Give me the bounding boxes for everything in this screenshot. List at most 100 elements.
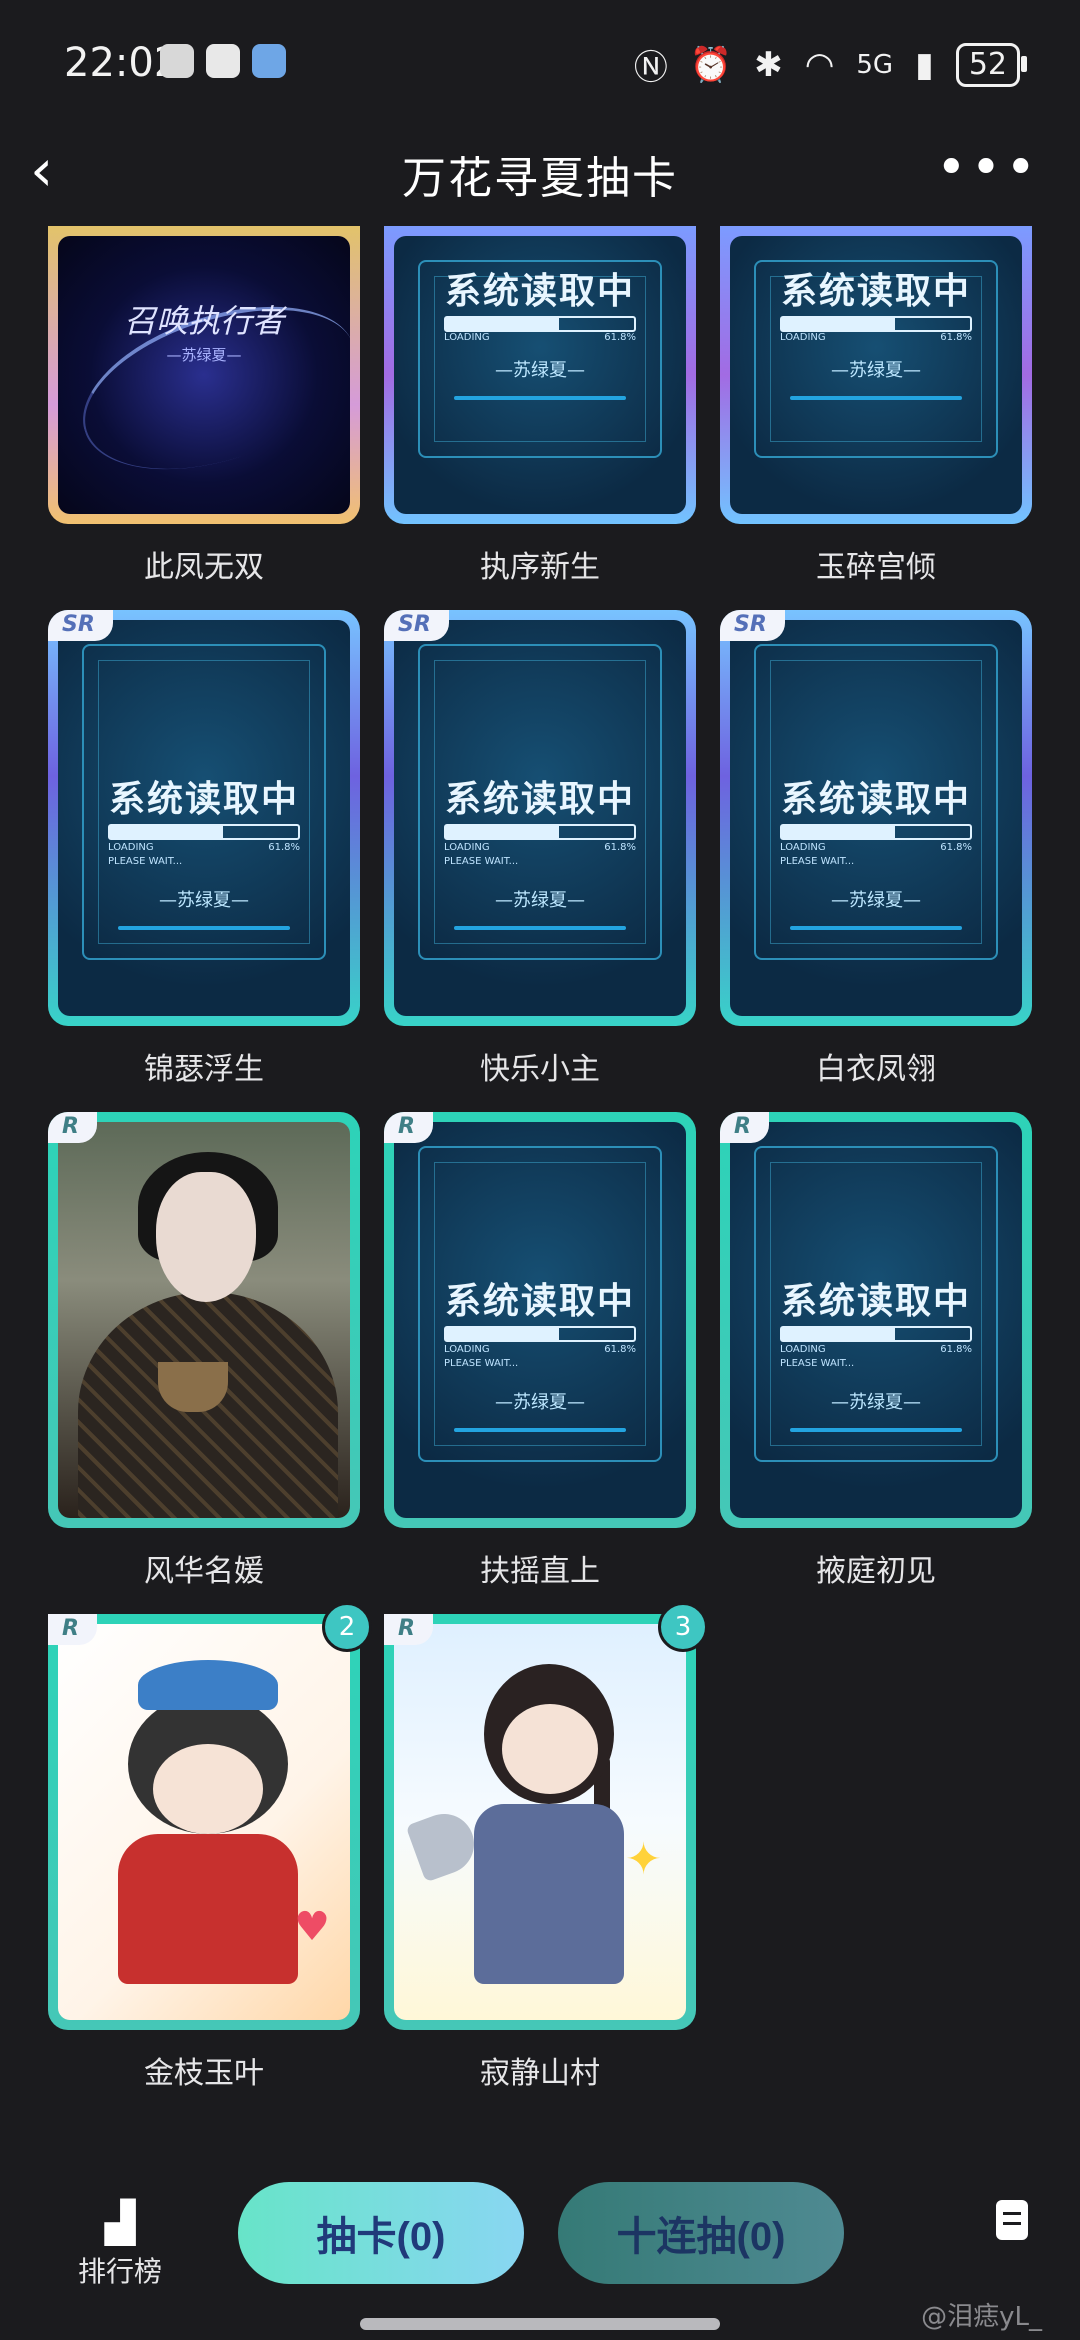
- loading-label: LOADING: [780, 332, 826, 343]
- rarity-badge: R: [48, 1112, 97, 1143]
- card-name: 锦瑟浮生: [144, 1052, 264, 1087]
- home-indicator[interactable]: [360, 2318, 720, 2330]
- loading-text: 系统读取中: [780, 1281, 971, 1322]
- card-name: 风华名媛: [144, 1554, 264, 1589]
- loading-name: —苏绿夏—: [495, 890, 585, 911]
- loading-percent: 61.8%: [268, 842, 300, 853]
- card[interactable]: R 3 ✦: [384, 1602, 708, 2030]
- rarity-badge: R: [48, 1614, 97, 1645]
- card-item[interactable]: 系统读取中 LOADING 61.8% —苏绿夏— 玉碎宫倾: [720, 226, 1032, 586]
- loading-label: LOADING: [780, 842, 826, 853]
- loading-text: 系统读取中: [780, 271, 971, 312]
- card[interactable]: 系统读取中 LOADING 61.8% —苏绿夏—: [384, 226, 696, 524]
- card-item[interactable]: R 系统读取中 LOADING PLEASE WAIT... 61.8% —苏绿…: [384, 1112, 696, 1590]
- card-art-loading: 系统读取中 LOADING 61.8% —苏绿夏—: [394, 236, 686, 514]
- card-art-loading: 系统读取中 LOADING PLEASE WAIT... 61.8% —苏绿夏—: [730, 1122, 1022, 1518]
- loading-name: —苏绿夏—: [831, 360, 921, 381]
- card[interactable]: SR 系统读取中 LOADING PLEASE WAIT... 61.8% —苏…: [48, 610, 360, 1026]
- card-name: 寂静山村: [480, 2056, 600, 2091]
- loading-line: [454, 396, 626, 400]
- rarity-badge: SR: [48, 610, 113, 641]
- please-wait-label: PLEASE WAIT...: [444, 856, 519, 867]
- loading-progress-bar: [444, 1326, 636, 1342]
- draw-button[interactable]: 抽卡(0): [238, 2182, 524, 2284]
- axe-icon: [405, 1805, 483, 1883]
- card[interactable]: R 2 ♥: [48, 1602, 372, 2030]
- header: ‹ 万花寻夏抽卡 •••: [0, 120, 1080, 226]
- loading-percent: 61.8%: [940, 1344, 972, 1355]
- loading-percent: 61.8%: [940, 842, 972, 853]
- loading-line: [790, 1428, 962, 1432]
- loading-percent: 61.8%: [940, 332, 972, 343]
- card-item[interactable]: SR 系统读取中 LOADING PLEASE WAIT... 61.8% —苏…: [48, 610, 360, 1088]
- loading-progress-bar: [444, 316, 636, 332]
- card-item[interactable]: R 风华名媛: [48, 1112, 360, 1590]
- bottom-action-bar: ▟ 排行榜 抽卡(0) 十连抽(0): [0, 2170, 1080, 2340]
- please-wait-label: PLEASE WAIT...: [780, 856, 855, 867]
- card[interactable]: SR 系统读取中 LOADING PLEASE WAIT... 61.8% —苏…: [720, 610, 1032, 1026]
- rarity-badge: R: [384, 1112, 433, 1143]
- card-item[interactable]: 召唤执行者 —苏绿夏— 此凤无双: [48, 226, 360, 586]
- signal-icon: ▮: [915, 44, 934, 85]
- card[interactable]: R 系统读取中 LOADING PLEASE WAIT... 61.8% —苏绿…: [384, 1112, 696, 1528]
- loading-progress-bar: [108, 824, 300, 840]
- leaderboard-label: 排行榜: [77, 2255, 162, 2288]
- card-item[interactable]: 系统读取中 LOADING 61.8% —苏绿夏— 执序新生: [384, 226, 696, 586]
- card-art-chibi: ✦: [394, 1624, 686, 2020]
- loading-text: 系统读取中: [108, 779, 299, 820]
- ten-draw-button[interactable]: 十连抽(0): [558, 2182, 844, 2284]
- card[interactable]: 召唤执行者 —苏绿夏—: [48, 226, 360, 524]
- loading-line: [454, 926, 626, 930]
- summon-title: 召唤执行者: [123, 302, 284, 340]
- loading-text: 系统读取中: [444, 271, 635, 312]
- loading-percent: 61.8%: [604, 842, 636, 853]
- card-name: 执序新生: [480, 550, 600, 585]
- card[interactable]: R: [48, 1112, 360, 1528]
- figure-face: [156, 1172, 256, 1302]
- card-art-summon: 召唤执行者 —苏绿夏—: [58, 236, 350, 514]
- wechat-icon: [206, 44, 240, 78]
- card-item[interactable]: SR 系统读取中 LOADING PLEASE WAIT... 61.8% —苏…: [720, 610, 1032, 1088]
- card-name: 掖庭初见: [816, 1554, 936, 1589]
- app-notification-icon: [160, 44, 194, 78]
- summon-subtitle: —苏绿夏—: [166, 346, 242, 364]
- loading-text: 系统读取中: [780, 779, 971, 820]
- battery-indicator: 52: [955, 42, 1028, 87]
- loading-label: LOADING: [780, 1344, 826, 1355]
- loading-text: 系统读取中: [444, 1281, 635, 1322]
- loading-label: LOADING: [444, 332, 490, 343]
- document-icon[interactable]: [996, 2200, 1028, 2240]
- card-name: 玉碎宫倾: [816, 550, 936, 585]
- loading-label: LOADING: [444, 1344, 490, 1355]
- card[interactable]: R 系统读取中 LOADING PLEASE WAIT... 61.8% —苏绿…: [720, 1112, 1032, 1528]
- card-name: 此凤无双: [144, 550, 264, 585]
- figure-crown: [138, 1660, 278, 1710]
- card[interactable]: SR 系统读取中 LOADING PLEASE WAIT... 61.8% —苏…: [384, 610, 696, 1026]
- card-art-loading: 系统读取中 LOADING PLEASE WAIT... 61.8% —苏绿夏—: [394, 620, 686, 1016]
- leaderboard-button[interactable]: ▟ 排行榜: [70, 2200, 170, 2290]
- more-options-button[interactable]: •••: [936, 138, 1040, 198]
- card-art-loading: 系统读取中 LOADING PLEASE WAIT... 61.8% —苏绿夏—: [58, 620, 350, 1016]
- heart-icon: ♥: [294, 1904, 330, 1950]
- card-name: 扶摇直上: [480, 1554, 600, 1589]
- card[interactable]: 系统读取中 LOADING 61.8% —苏绿夏—: [720, 226, 1032, 524]
- page-title: 万花寻夏抽卡: [402, 153, 678, 204]
- card-item[interactable]: R 系统读取中 LOADING PLEASE WAIT... 61.8% —苏绿…: [720, 1112, 1032, 1590]
- please-wait-label: PLEASE WAIT...: [444, 1358, 519, 1369]
- card-item[interactable]: R 3 ✦ 寂静山村: [384, 1602, 708, 2092]
- figure-face: [153, 1744, 263, 1834]
- please-wait-label: PLEASE WAIT...: [108, 856, 183, 867]
- figure-face: [502, 1704, 598, 1794]
- card-item[interactable]: SR 系统读取中 LOADING PLEASE WAIT... 61.8% —苏…: [384, 610, 696, 1088]
- card-item[interactable]: R 2 ♥ 金枝玉叶: [48, 1602, 372, 2092]
- card-art-loading: 系统读取中 LOADING 61.8% —苏绿夏—: [730, 236, 1022, 514]
- card-art-loading: 系统读取中 LOADING PLEASE WAIT... 61.8% —苏绿夏—: [730, 620, 1022, 1016]
- bar-chart-icon: ▟: [104, 2200, 136, 2246]
- loading-text: 系统读取中: [444, 779, 635, 820]
- loading-name: —苏绿夏—: [831, 1392, 921, 1413]
- rarity-badge: SR: [720, 610, 785, 641]
- loading-percent: 61.8%: [604, 332, 636, 343]
- card-count-badge: 2: [322, 1602, 372, 1652]
- loading-line: [454, 1428, 626, 1432]
- rarity-badge: R: [384, 1614, 433, 1645]
